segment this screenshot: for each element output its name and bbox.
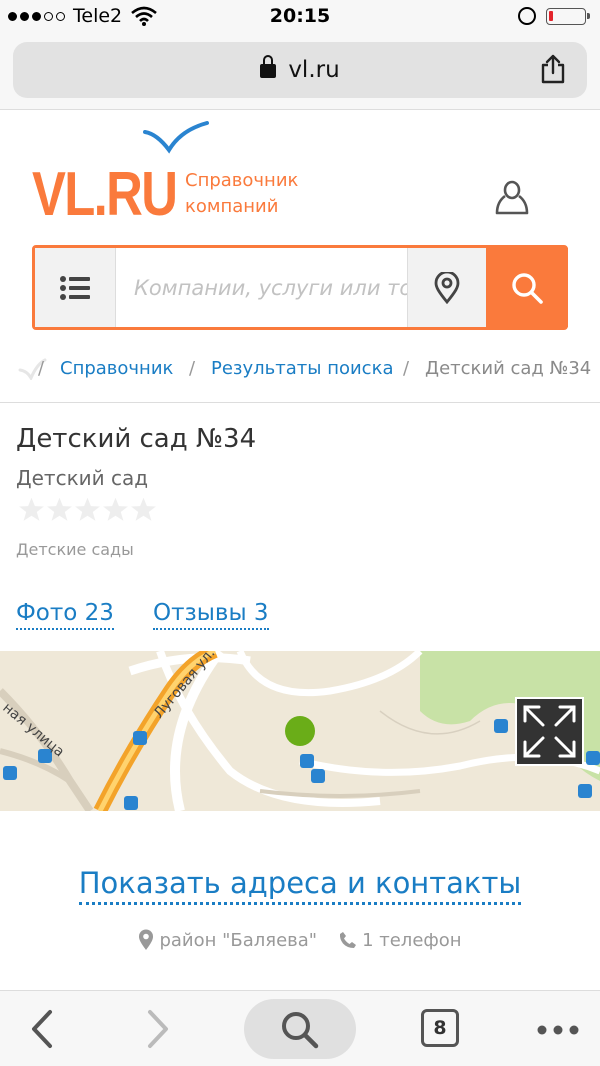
- clock: 20:15: [269, 5, 331, 27]
- battery-icon: [546, 8, 590, 25]
- tagline-line-1: Справочник: [185, 170, 299, 191]
- map-fullscreen-button[interactable]: [515, 697, 584, 766]
- company-type: Детский сад: [16, 466, 149, 490]
- browser-search-button[interactable]: [244, 999, 356, 1059]
- search-form: [32, 245, 568, 330]
- location-button[interactable]: [407, 248, 486, 327]
- back-icon[interactable]: [28, 1009, 56, 1049]
- battery-level: [549, 11, 553, 21]
- map-preview[interactable]: Луговая ул. ная улица: [0, 651, 600, 811]
- breadcrumb-separator: /: [403, 358, 410, 379]
- breadcrumb-results-link[interactable]: Результаты поиска: [211, 358, 393, 379]
- url-display[interactable]: vl.ru: [13, 55, 587, 83]
- star-icon: [103, 497, 128, 521]
- district-info: район "Баляева": [138, 929, 317, 951]
- map-pin-icon: [434, 271, 460, 304]
- more-icon[interactable]: [537, 1025, 579, 1035]
- company-category[interactable]: Детские сады: [16, 540, 134, 559]
- breadcrumb-directory-link[interactable]: Справочник: [60, 358, 173, 379]
- rating-stars: [18, 496, 157, 523]
- category-list-button[interactable]: [35, 248, 116, 327]
- reviews-link[interactable]: Отзывы 3: [153, 599, 269, 630]
- photos-link[interactable]: Фото 23: [16, 599, 114, 630]
- phone-icon: [340, 932, 357, 948]
- tabs-button[interactable]: 8: [421, 1009, 459, 1047]
- breadcrumb-separator: /: [38, 358, 45, 379]
- user-account-icon[interactable]: [493, 180, 531, 216]
- address-bar[interactable]: vl.ru: [13, 42, 587, 98]
- logo-check-icon: [143, 121, 209, 154]
- status-bar: Tele2 20:15: [0, 0, 600, 34]
- map-tiles: Луговая ул. ная улица: [0, 651, 600, 811]
- phone-count-text: 1 телефон: [362, 929, 462, 951]
- district-text: район "Баляева": [159, 929, 318, 951]
- breadcrumb-separator: /: [189, 358, 196, 379]
- url-text: vl.ru: [288, 57, 340, 83]
- location-icon: [139, 929, 154, 950]
- breadcrumb-current: Детский сад №34: [425, 358, 592, 379]
- expand-icon: [523, 705, 576, 758]
- contact-summary: район "Баляева" 1 телефон: [0, 929, 600, 951]
- star-icon: [47, 497, 72, 521]
- forward-icon[interactable]: [144, 1009, 172, 1049]
- search-submit-button[interactable]: [486, 248, 568, 327]
- show-contacts-link[interactable]: Показать адреса и контакты: [78, 866, 522, 905]
- share-icon[interactable]: [539, 54, 567, 84]
- tagline-line-2: компаний: [185, 196, 279, 217]
- phone-info: 1 телефон: [339, 929, 462, 951]
- search-input[interactable]: [117, 248, 407, 327]
- breadcrumb: / Справочник / Результаты поиска / Детск…: [0, 356, 600, 384]
- lock-icon: [260, 55, 277, 78]
- divider: [0, 402, 600, 403]
- show-contacts-row: Показать адреса и контакты: [0, 866, 600, 905]
- rotation-lock-icon: [518, 7, 536, 25]
- search-icon: [282, 1012, 319, 1049]
- logo-tagline: Справочник компаний: [185, 168, 298, 220]
- star-icon: [131, 497, 156, 521]
- browser-address-area: vl.ru: [0, 34, 600, 110]
- list-icon: [60, 275, 90, 300]
- site-logo[interactable]: VL.RU: [32, 164, 178, 226]
- browser-toolbar: 8: [0, 990, 600, 1066]
- star-icon: [19, 497, 44, 521]
- company-name: Детский сад №34: [16, 424, 257, 454]
- search-icon: [512, 272, 543, 304]
- star-icon: [75, 497, 100, 521]
